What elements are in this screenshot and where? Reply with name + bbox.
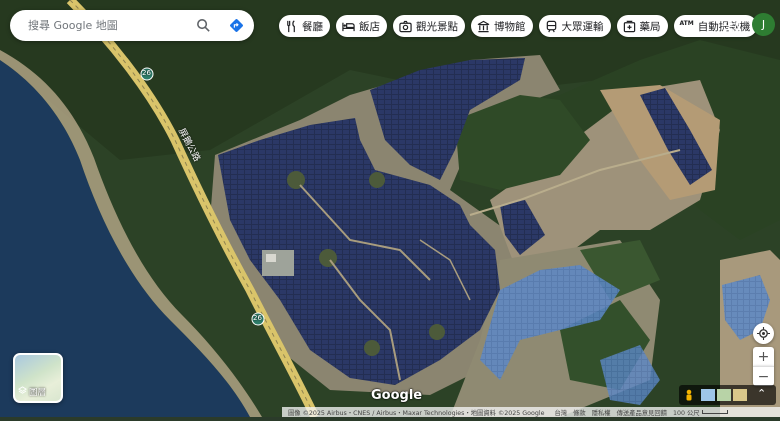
search-box[interactable]: [10, 10, 254, 41]
hotel-icon: [342, 20, 355, 33]
route-badge-label: 26: [253, 314, 262, 322]
plus-icon: +: [757, 348, 770, 365]
layers-button[interactable]: 圖層: [13, 353, 63, 403]
chip-label: 藥局: [639, 20, 661, 33]
camera-icon: [399, 20, 412, 33]
chip-attractions[interactable]: 觀光景點: [393, 15, 465, 37]
footer-link-privacy[interactable]: 隱私權: [592, 408, 611, 417]
chip-label: 觀光景點: [416, 20, 458, 33]
search-input[interactable]: [26, 18, 190, 33]
search-icon[interactable]: [195, 17, 212, 34]
attribution-footer: 圖像 ©2025 Airbus・CNES / Airbus・Maxar Tech…: [282, 407, 780, 417]
street-view-bar[interactable]: ⌃: [679, 385, 776, 405]
minus-icon: −: [757, 368, 770, 385]
chip-transit[interactable]: 大眾運輸: [538, 15, 611, 37]
expand-icon[interactable]: ⌃: [757, 387, 766, 400]
chip-label: 餐廳: [302, 20, 323, 33]
chip-label: 大眾運輸: [561, 20, 604, 33]
pegman-icon[interactable]: [684, 388, 694, 407]
restaurant-icon: [285, 19, 298, 33]
layers-icon: [18, 386, 27, 398]
chip-pharmacy[interactable]: 藥局: [616, 15, 668, 37]
chip-atm[interactable]: ATM 自動提款機: [673, 15, 758, 37]
my-location-icon: [757, 327, 770, 340]
satellite-map[interactable]: [0, 0, 780, 419]
imagery-thumbnail[interactable]: [717, 389, 731, 401]
footer-link-feedback[interactable]: 傳送產品意見回饋: [617, 408, 667, 417]
my-location-button[interactable]: [753, 323, 774, 344]
footer-link-terms[interactable]: 條款: [573, 408, 586, 417]
chip-label: 博物館: [494, 20, 526, 33]
chip-restaurants[interactable]: 餐廳: [279, 15, 330, 37]
imagery-attribution: 圖像 ©2025 Airbus・CNES / Airbus・Maxar Tech…: [288, 409, 545, 417]
scale-label[interactable]: 100 公尺: [673, 408, 700, 417]
atm-icon: ATM: [679, 19, 694, 27]
zoom-out-button[interactable]: −: [753, 366, 774, 386]
museum-icon: [477, 20, 490, 33]
layers-label: 圖層: [29, 388, 47, 398]
scale-bar: [701, 410, 728, 414]
chip-hotels[interactable]: 飯店: [336, 15, 387, 37]
chip-museums[interactable]: 博物館: [471, 15, 533, 37]
transit-icon: [545, 20, 558, 33]
category-chips: 餐廳 飯店 觀光景點 博物館 大眾運輸 藥局 ATM 自動提款機: [279, 15, 758, 37]
zoom-in-button[interactable]: +: [753, 347, 774, 366]
layers-label-row: 圖層: [18, 386, 46, 398]
imagery-thumbnail[interactable]: [701, 389, 715, 401]
pharmacy-icon: [623, 20, 636, 33]
google-apps-icon[interactable]: [722, 15, 740, 33]
account-avatar[interactable]: J: [752, 13, 775, 36]
route-badge-label: 26: [142, 69, 151, 77]
imagery-thumbnail[interactable]: [733, 389, 747, 401]
footer-link-region[interactable]: 台灣: [554, 408, 567, 417]
directions-icon[interactable]: [228, 17, 245, 34]
chip-label: 飯店: [359, 20, 380, 33]
google-logo: Google: [371, 388, 423, 403]
